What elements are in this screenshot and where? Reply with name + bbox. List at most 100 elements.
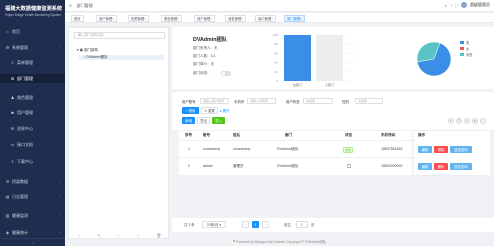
tab-7[interactable]: 部门管理 ×	[284, 15, 306, 22]
col-index: 序号	[185, 133, 192, 137]
tree-node-child[interactable]: ▫ DVAdmin团队	[79, 55, 164, 60]
sidebar-item-11[interactable]: ▥ 健康监测 ›	[0, 211, 65, 220]
sidebar-item-6[interactable]: ✉ 消息中心	[0, 124, 65, 133]
cell-account: commmmy	[203, 147, 221, 151]
y-tick-label: 20	[275, 70, 279, 74]
tab-1[interactable]: 用户管理 ×	[96, 15, 118, 22]
edit-button[interactable]: 编辑	[418, 146, 432, 153]
account-label: 用户账号	[182, 100, 196, 104]
add-button[interactable]: 新增	[182, 117, 195, 124]
close-icon[interactable]: ×	[177, 17, 179, 21]
tab-2[interactable]: 权限管理 ×	[128, 15, 150, 22]
status-checkbox[interactable]	[347, 164, 351, 168]
page-size-select[interactable]: 20条/页 ▾	[202, 221, 226, 228]
col-account: 账号	[203, 133, 210, 137]
search-button[interactable]: ⌕ 搜索	[182, 107, 199, 114]
sidebar-item-4[interactable]: ♟ 角色管理	[0, 93, 65, 102]
page-1-button[interactable]: 1	[252, 221, 259, 228]
prev-page-button[interactable]: ‹	[242, 221, 249, 228]
sidebar-collapse-button[interactable]: ‹	[0, 238, 65, 246]
tree-node-root[interactable]: ▾ ▣ 部门架构	[77, 48, 98, 53]
close-icon[interactable]: ×	[300, 17, 302, 21]
sidebar-item-7[interactable]: ▭ 接口文档	[0, 140, 65, 149]
phone-input[interactable]: 请输入手机号	[247, 98, 276, 104]
expand-toggle[interactable]: ▸ 展开	[220, 108, 229, 113]
tree-search-input[interactable]: 输入部门名称过滤	[74, 32, 165, 39]
col-status: 状态	[345, 133, 352, 137]
pagination: 共 2 条 20条/页 ▾ ‹ 1 › 前往 1 页	[172, 218, 494, 232]
sidebar-item-10[interactable]: ▤ 日志管理 ›	[0, 192, 65, 201]
reset-button[interactable]: ↻ 重置	[201, 107, 218, 114]
delete-button[interactable]: 删除	[434, 146, 448, 153]
sidebar-item-2[interactable]: ☺ 菜单管理	[0, 58, 65, 67]
chevron-icon: ›	[59, 179, 61, 184]
avatar[interactable]	[461, 2, 467, 8]
y-tick-label: 60	[275, 51, 279, 55]
tab-label: 接口管理	[258, 17, 272, 21]
tab-4[interactable]: 用户管理 ×	[194, 15, 216, 22]
list-icon: ☰	[5, 179, 10, 184]
fullscreen-icon[interactable]: ⛶	[455, 3, 458, 8]
sidebar-item-3[interactable]: ⊞ 部门管理	[0, 74, 65, 83]
bar-chart: 0 20 40 60 80 100 在部门 子部门	[273, 33, 354, 87]
dept-status-toggle[interactable]	[221, 71, 231, 76]
density-icon[interactable]: ☰	[456, 118, 462, 124]
cell-account: admin	[203, 164, 213, 168]
cell-phone: 18600000000	[381, 164, 403, 168]
filter-icon[interactable]: ▾	[464, 118, 470, 124]
tab-bar: 首页 用户管理 × 权限管理 × 角色管理 × 用户管理 × 消息管理 × 接口管理 × 部门…	[65, 13, 494, 23]
gender-select[interactable]: 请选择	[355, 98, 383, 104]
cell-index: 1	[188, 147, 190, 151]
sidebar-item-5[interactable]: ☻ 用户管理	[0, 108, 65, 117]
notification-icon[interactable]: ◔	[450, 3, 452, 8]
tab-3[interactable]: 角色管理 ×	[161, 15, 183, 22]
close-icon[interactable]: ×	[210, 17, 212, 21]
tab-5[interactable]: 消息管理 ×	[225, 15, 247, 22]
search-icon[interactable]: ⌕	[445, 3, 447, 8]
close-icon[interactable]: ×	[144, 17, 146, 21]
edit-button[interactable]: 编辑	[418, 163, 432, 170]
column-settings-icon[interactable]: ⚙	[472, 118, 478, 124]
refresh-icon[interactable]: ↻	[448, 118, 454, 124]
next-page-button[interactable]: ›	[262, 221, 269, 228]
legend-label: 未知	[466, 52, 472, 57]
delete-button[interactable]: 删除	[434, 163, 448, 170]
goto-input[interactable]: 1	[296, 221, 308, 228]
chevron-icon: ›	[59, 45, 61, 50]
footer: ♥ Powered by Django-Vue3-Admin Copyright…	[65, 236, 494, 246]
top-header: ≡ 部门管理 ⌕ ◔ ⛶ 超级管理员	[65, 0, 494, 12]
tab-6[interactable]: 接口管理 ×	[255, 15, 277, 22]
tab-label: 部门管理	[287, 17, 301, 21]
sidebar-item-9[interactable]: ☰ 桥梁数据 ›	[0, 177, 65, 186]
legend-swatch	[460, 53, 464, 56]
tab-label: 权限管理	[131, 17, 145, 21]
sidebar-item-label: 菜单管理	[17, 59, 33, 65]
sidebar-item-0[interactable]: ⌂ 首页	[0, 27, 65, 36]
username[interactable]: 超级管理员	[470, 2, 490, 8]
close-icon[interactable]: ×	[271, 17, 273, 21]
menu-fold-icon[interactable]: ≡	[69, 3, 72, 8]
y-tick-label: 40	[275, 61, 279, 65]
import-button[interactable]: 导入	[212, 117, 225, 124]
tree-node-root-label: 部门架构	[84, 48, 99, 52]
user-filter-panel: 用户账号 请输入用户账号 手机号 请输入手机号 用户状态 请选择 性别 请选择 …	[172, 92, 494, 130]
status-select[interactable]: 请选择	[303, 98, 333, 104]
sidebar-item-label: 首页	[12, 28, 20, 34]
export-button[interactable]: 导出	[197, 117, 210, 124]
bar-background	[316, 35, 343, 81]
sidebar-item-12[interactable]: ◈ 健康统计 ›	[0, 228, 65, 237]
home-icon: ⌂	[6, 29, 9, 34]
sidebar-item-1[interactable]: ⚙ 系统管理 ›	[0, 43, 65, 52]
tab-0[interactable]: 首页	[71, 15, 84, 22]
close-icon[interactable]: ×	[112, 17, 114, 21]
dept-leader: 部门负责人：无	[193, 46, 218, 50]
close-icon[interactable]: ×	[241, 17, 243, 21]
reset-password-button[interactable]: 重设密码	[450, 146, 472, 153]
search-toggle-icon[interactable]: ⌕	[480, 118, 486, 124]
account-input[interactable]: 请输入用户账号	[200, 98, 229, 104]
sidebar-item-8[interactable]: ⇩ 下载中心	[0, 157, 65, 166]
message-icon: ✉	[10, 126, 15, 131]
user-icon: ☺	[10, 60, 15, 65]
reset-password-button[interactable]: 重设密码	[450, 163, 472, 170]
log-icon: ▤	[5, 194, 10, 199]
